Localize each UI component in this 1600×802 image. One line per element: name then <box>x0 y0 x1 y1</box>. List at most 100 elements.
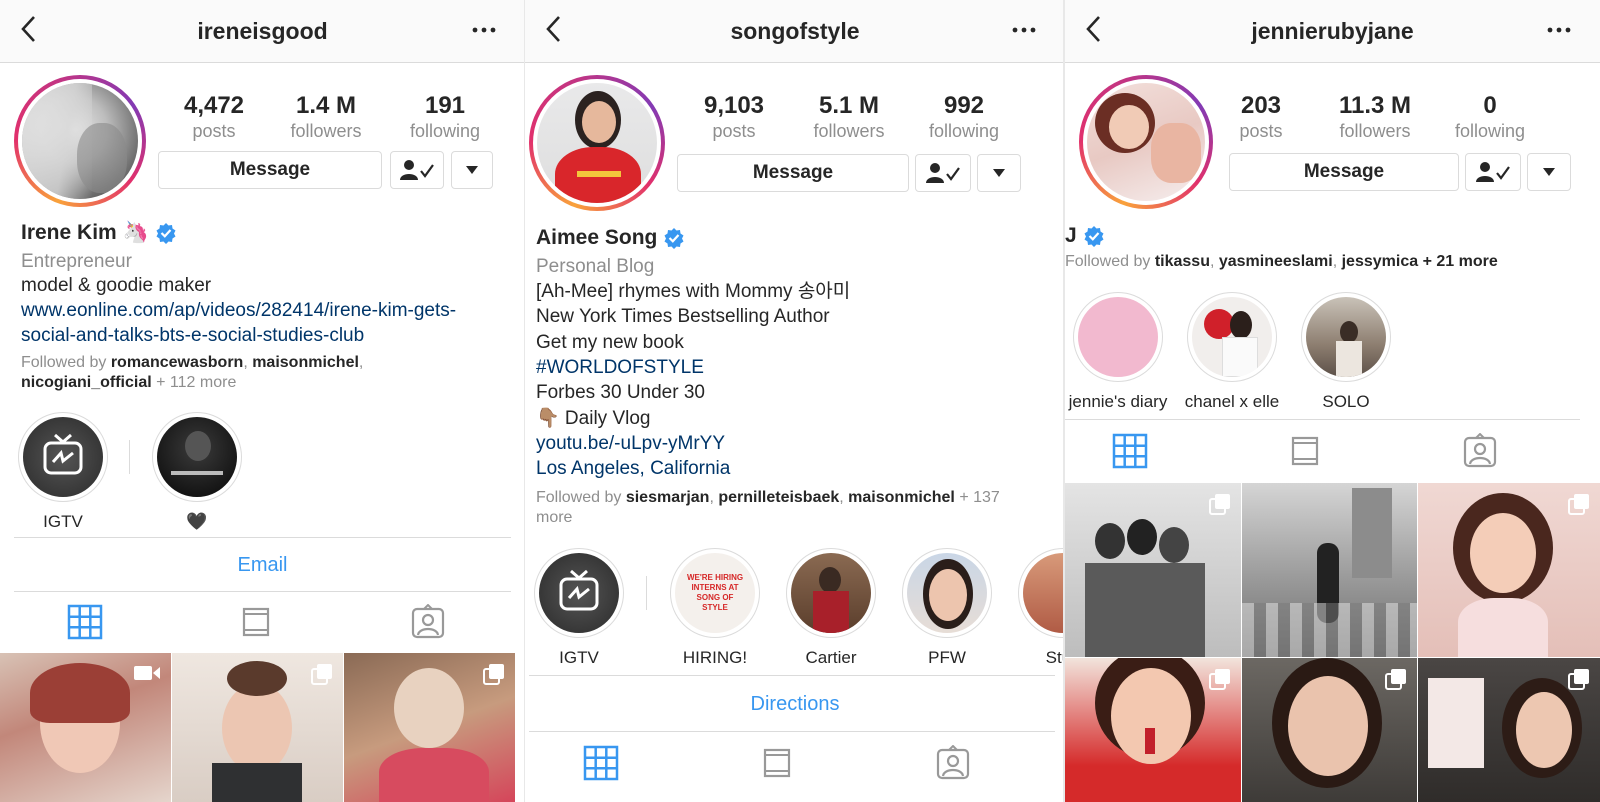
divider <box>1065 419 1580 420</box>
email-button[interactable]: Email <box>0 554 525 577</box>
post-thumbnail[interactable] <box>1418 658 1600 802</box>
bio-line: Forbes 30 Under 30 <box>536 382 705 403</box>
profile-panel-jennierubyjane: jennierubyjane 203 posts 11.3 Mfollowers … <box>1065 0 1600 802</box>
igtv-icon <box>559 569 599 611</box>
highlight-label: IGTV <box>43 512 83 531</box>
post-thumbnail[interactable] <box>1065 483 1241 657</box>
profile-name: J <box>1065 224 1077 247</box>
multi-photo-icon <box>1209 669 1230 690</box>
location-link[interactable]: Los Angeles, California <box>536 456 730 481</box>
dropdown-arrow-icon <box>993 169 1005 177</box>
feed-icon[interactable] <box>1287 433 1323 469</box>
highlight-label: Stuff <box>1045 648 1065 667</box>
post-thumbnail[interactable] <box>344 653 515 802</box>
post-thumbnail[interactable] <box>1242 483 1417 657</box>
following-count[interactable]: 0 following <box>1435 92 1545 142</box>
post-thumbnail[interactable] <box>172 653 343 802</box>
dropdown-arrow-icon <box>466 166 478 174</box>
more-dots-icon[interactable] <box>471 18 497 42</box>
followers-count[interactable]: 11.3 Mfollowers <box>1320 92 1430 142</box>
bio-line: [Ah-Mee] rhymes with Mommy 송아미 <box>536 281 851 302</box>
highlight-jennies-diary[interactable]: jennie's diary <box>1065 292 1173 412</box>
top-bar: songofstyle <box>525 0 1065 63</box>
posts-count[interactable]: 9,103 posts <box>679 92 789 142</box>
feed-icon[interactable] <box>238 604 274 640</box>
avatar[interactable] <box>14 75 146 207</box>
post-thumbnail[interactable] <box>1242 658 1417 802</box>
highlight-chanel-x-elle[interactable]: chanel x elle <box>1177 292 1287 412</box>
profile-name-row: J <box>1065 224 1105 248</box>
tagged-icon[interactable] <box>935 745 971 781</box>
highlight-stuff[interactable]: Stuff <box>1017 548 1065 668</box>
suggestions-dropdown-button[interactable] <box>977 154 1021 192</box>
following-count[interactable]: 191 following <box>390 92 500 142</box>
grid-icon[interactable] <box>67 604 103 640</box>
bio-line: 👇🏽 Daily Vlog <box>536 408 651 429</box>
message-button[interactable]: Message <box>1229 153 1459 191</box>
directions-button[interactable]: Directions <box>525 693 1065 716</box>
highlight-label: 🖤 <box>186 512 208 531</box>
highlight-label: HIRING! <box>682 648 748 667</box>
posts-count[interactable]: 4,472 posts <box>159 92 269 142</box>
website-link-line-1[interactable]: www.eonline.com/ap/videos/282414/irene-k… <box>21 298 456 323</box>
suggestions-dropdown-button[interactable] <box>1527 153 1571 191</box>
followers-count[interactable]: 1.4 Mfollowers <box>271 92 381 142</box>
category-label: Entrepreneur <box>21 251 132 272</box>
highlight-hiring[interactable]: WE'RE HIRING INTERNS AT SONG OF STYLE HI… <box>669 548 761 668</box>
post-thumbnail[interactable] <box>1065 658 1241 802</box>
tagged-icon[interactable] <box>1462 433 1498 469</box>
highlight-solo[interactable]: SOLO <box>1291 292 1401 412</box>
hiring-sign-text: WE'RE HIRING INTERNS AT SONG OF STYLE <box>686 573 744 612</box>
feed-icon[interactable] <box>759 745 795 781</box>
more-dots-icon[interactable] <box>1011 18 1037 42</box>
message-button[interactable]: Message <box>158 151 382 189</box>
posts-count[interactable]: 203 posts <box>1206 92 1316 142</box>
grid-icon[interactable] <box>583 745 619 781</box>
divider <box>14 591 511 592</box>
highlight-cartier[interactable]: Cartier <box>785 548 877 668</box>
dropdown-arrow-icon <box>1543 168 1555 176</box>
highlight-label: jennie's diary <box>1068 392 1168 411</box>
username-title: jennierubyjane <box>1251 18 1414 44</box>
multi-photo-icon <box>1568 494 1589 515</box>
multi-photo-icon <box>483 664 504 685</box>
username-title: songofstyle <box>730 18 860 44</box>
verified-badge-icon <box>156 223 176 244</box>
post-thumbnail[interactable] <box>0 653 171 802</box>
highlight-pfw[interactable]: PFW <box>901 548 993 668</box>
followed-by[interactable]: Followed by romancewasborn, maisonmichel… <box>21 353 501 393</box>
highlight-heart[interactable]: 🖤 <box>152 412 242 532</box>
highlight-label: IGTV <box>559 648 599 667</box>
avatar[interactable] <box>1079 75 1213 209</box>
following-toggle-button[interactable] <box>390 151 444 189</box>
grid-icon[interactable] <box>1112 433 1148 469</box>
suggestions-dropdown-button[interactable] <box>451 151 493 189</box>
profile-panel-songofstyle: songofstyle 9,103 posts 5.1 Mfollowers 99… <box>525 0 1065 802</box>
website-link[interactable]: youtu.be/-uLpv-yMrYY <box>536 431 725 456</box>
verified-badge-icon <box>664 228 684 249</box>
divider <box>529 675 1055 676</box>
message-button[interactable]: Message <box>677 154 909 192</box>
top-bar: jennierubyjane <box>1065 0 1600 63</box>
followers-count[interactable]: 5.1 Mfollowers <box>794 92 904 142</box>
followed-by[interactable]: Followed by tikassu, yasmineeslami, jess… <box>1065 252 1585 272</box>
following-toggle-button[interactable] <box>1465 153 1521 191</box>
avatar[interactable] <box>529 75 665 211</box>
followed-by[interactable]: Followed by siesmarjan, pernilleteisbaek… <box>536 488 1036 528</box>
highlight-igtv[interactable]: IGTV <box>533 548 625 668</box>
bio-line: New York Times Bestselling Author <box>536 306 830 327</box>
igtv-icon <box>43 433 83 475</box>
following-count[interactable]: 992 following <box>909 92 1019 142</box>
website-link-line-2[interactable]: social-and-talks-bts-e-social-studies-cl… <box>21 323 364 348</box>
following-toggle-button[interactable] <box>915 154 971 192</box>
top-bar: ireneisgood <box>0 0 525 63</box>
video-icon <box>134 666 160 680</box>
hashtag-link[interactable]: #WORLDOFSTYLE <box>536 355 704 380</box>
post-thumbnail[interactable] <box>1418 483 1600 657</box>
highlight-igtv[interactable]: IGTV <box>18 412 108 532</box>
more-dots-icon[interactable] <box>1546 18 1572 42</box>
tagged-icon[interactable] <box>410 604 446 640</box>
highlight-separator <box>646 576 647 610</box>
multi-photo-icon <box>1385 669 1406 690</box>
divider <box>529 731 1055 732</box>
